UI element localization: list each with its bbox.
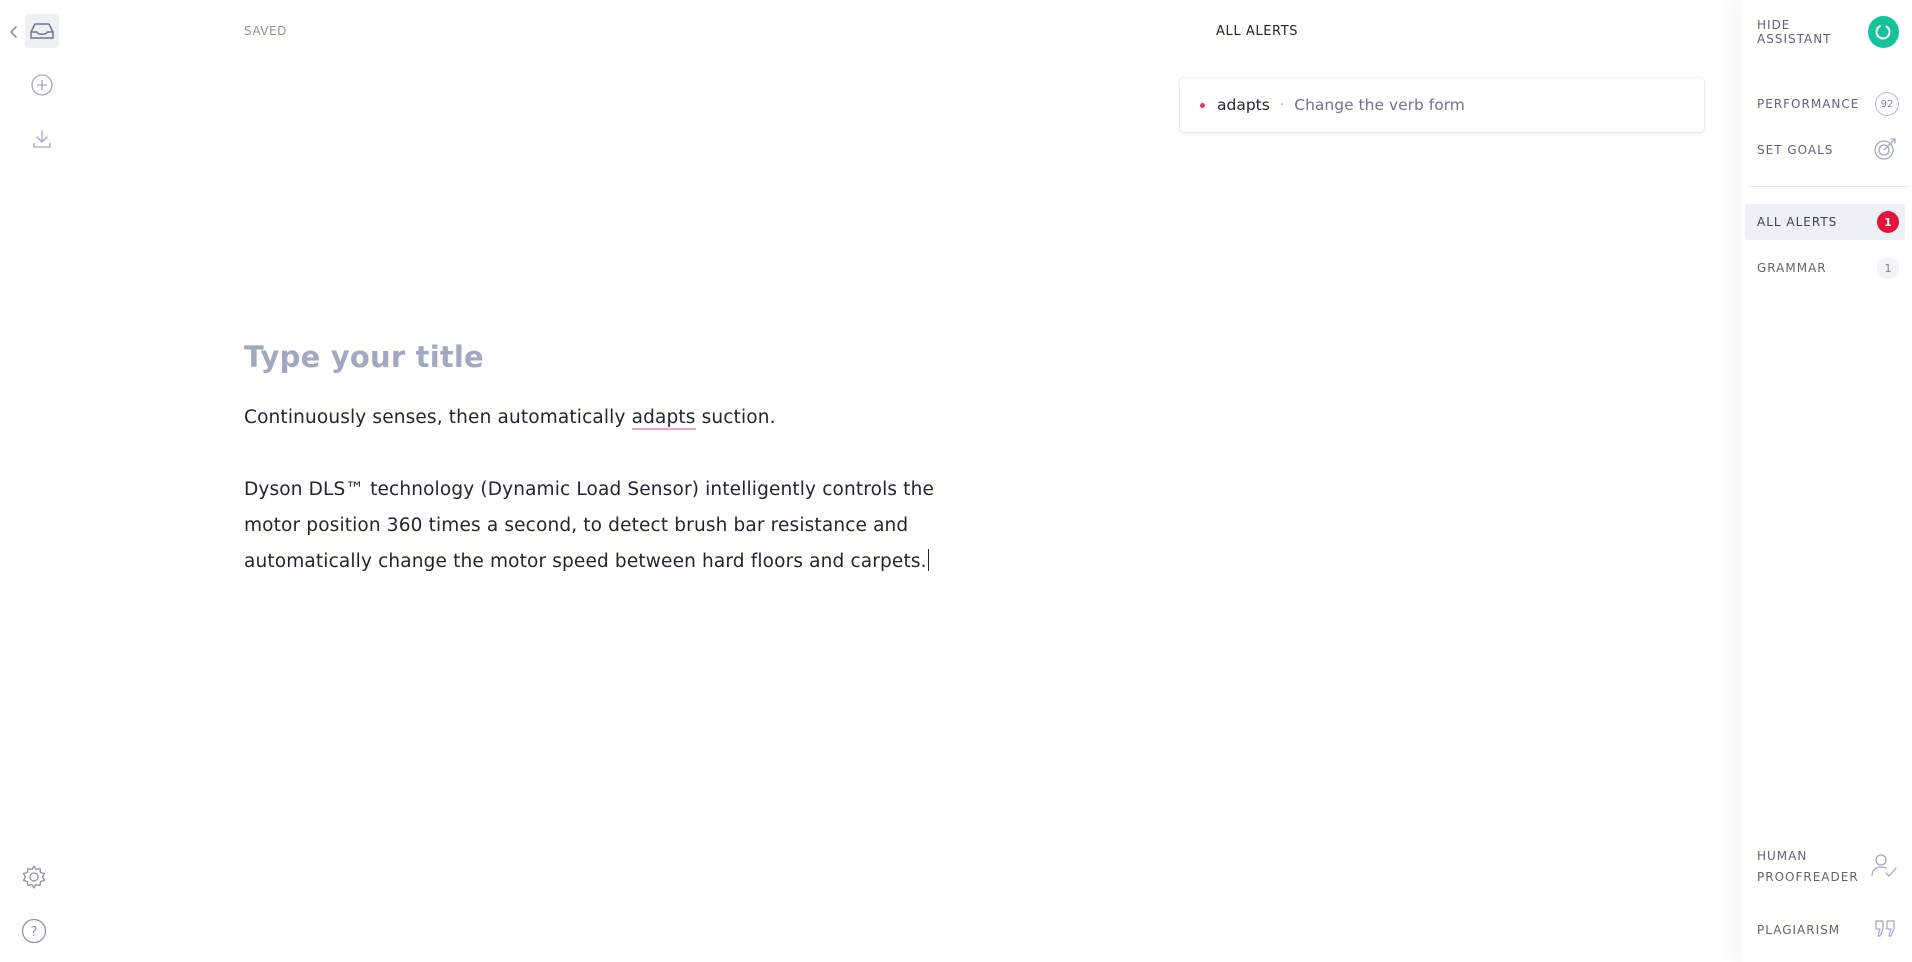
grammar-count-badge: 1 (1877, 257, 1899, 279)
gear-icon (20, 863, 48, 891)
hide-assistant-label: HIDE ASSISTANT (1757, 18, 1832, 46)
performance-score: 92 (1875, 92, 1899, 116)
title-input[interactable]: Type your title (244, 340, 484, 374)
paragraph: Continuously senses, then automatically … (244, 407, 776, 430)
settings-button[interactable] (17, 860, 51, 894)
text-cursor (927, 549, 929, 571)
performance-button[interactable]: PERFORMANCE 92 (1745, 86, 1905, 122)
new-document-button[interactable] (25, 68, 59, 102)
human-proofreader-button[interactable]: HUMAN PROOFREADER (1745, 844, 1905, 890)
chevron-left-icon[interactable] (8, 24, 20, 44)
all-alerts-label: ALL ALERTS (1757, 215, 1838, 229)
plagiarism-label: PLAGIARISM (1757, 923, 1841, 937)
editor-page: ? SAVED Type your title Continuously sen… (0, 0, 1912, 962)
alerts-header: ALL ALERTS (1216, 24, 1299, 39)
alert-description: Change the verb form (1294, 96, 1465, 114)
question-icon: ? (20, 917, 48, 945)
alert-card[interactable]: adapts · Change the verb form (1180, 78, 1704, 132)
divider (1749, 186, 1909, 187)
assistant-sidebar: HIDE ASSISTANT PERFORMANCE 92 SET GOALS … (1741, 0, 1912, 962)
documents-button[interactable] (25, 14, 59, 48)
set-goals-button[interactable]: SET GOALS (1745, 132, 1905, 168)
paragraph: Dyson DLS™ technology (Dynamic Load Sens… (244, 479, 934, 572)
alert-word: adapts (1217, 96, 1270, 114)
person-check-icon (1869, 851, 1899, 884)
alert-separator: · (1279, 97, 1285, 113)
svg-text:?: ? (31, 925, 38, 940)
status-circle-icon (1867, 16, 1899, 48)
grammar-tab[interactable]: GRAMMAR 1 (1745, 250, 1905, 286)
hide-assistant-button[interactable]: HIDE ASSISTANT (1745, 14, 1905, 50)
download-icon (31, 128, 53, 150)
human-proofreader-label: HUMAN PROOFREADER (1757, 849, 1859, 884)
editor-body[interactable]: Continuously senses, then automatically … (244, 400, 944, 580)
help-button[interactable]: ? (17, 914, 51, 948)
inbox-icon (29, 21, 55, 41)
grammar-label: GRAMMAR (1757, 261, 1827, 275)
save-status: SAVED (244, 24, 287, 38)
all-alerts-tab[interactable]: ALL ALERTS 1 (1745, 204, 1905, 240)
performance-label: PERFORMANCE (1757, 97, 1860, 111)
quote-icon (1873, 918, 1899, 943)
target-icon (1871, 135, 1899, 166)
set-goals-label: SET GOALS (1757, 143, 1834, 157)
plus-circle-icon (30, 73, 54, 97)
alerts-count-badge: 1 (1877, 211, 1899, 233)
download-button[interactable] (25, 122, 59, 156)
flagged-word[interactable]: adapts (631, 407, 696, 430)
left-rail: ? (0, 0, 72, 962)
alert-dot-icon (1200, 102, 1205, 108)
plagiarism-button[interactable]: PLAGIARISM (1745, 912, 1905, 948)
